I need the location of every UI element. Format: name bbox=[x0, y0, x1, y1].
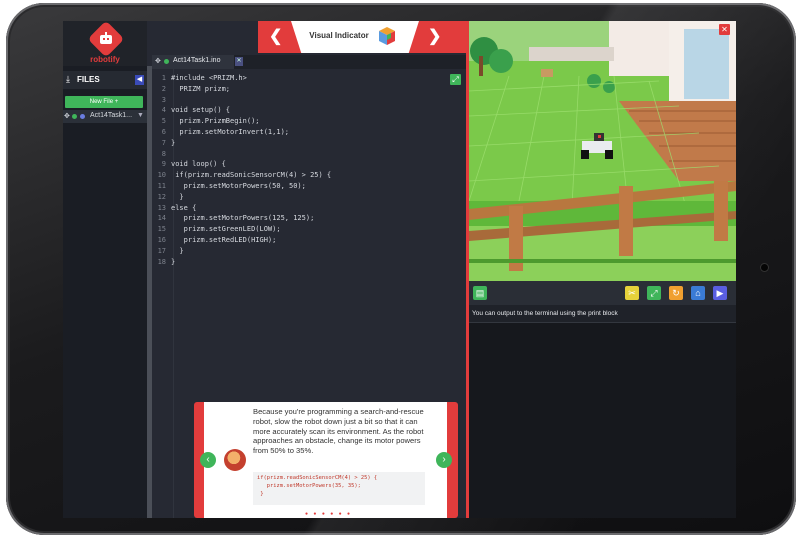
code-line[interactable]: 18} bbox=[156, 257, 446, 268]
logo-area: robotify bbox=[63, 21, 147, 66]
line-number: 3 bbox=[161, 95, 166, 104]
line-text[interactable]: } bbox=[171, 246, 183, 257]
line-text[interactable]: prizm.PrizmBegin(); bbox=[171, 116, 259, 127]
visual-indicator-title: Visual Indicator bbox=[309, 31, 369, 40]
chevron-left-icon[interactable]: ❮ bbox=[269, 26, 282, 46]
file-name: Act14Task1... bbox=[90, 112, 133, 119]
code-line[interactable]: 9 void loop() { bbox=[156, 159, 446, 170]
line-number: 11 bbox=[157, 181, 166, 190]
line-number: 16 bbox=[157, 235, 166, 244]
line-number: 2 bbox=[161, 84, 166, 93]
compress-icon[interactable]: ✂ bbox=[625, 286, 639, 300]
line-text[interactable]: } bbox=[171, 257, 175, 268]
files-header: ⤓ FILES ◀ bbox=[63, 71, 147, 89]
expand-editor-icon[interactable]: ⤢ bbox=[450, 74, 461, 85]
play-icon[interactable]: ▶ bbox=[713, 286, 727, 300]
terminal-output[interactable] bbox=[469, 323, 736, 518]
close-simulation-icon[interactable]: ✕ bbox=[719, 24, 730, 35]
editor-tab-bar: ✥ Act14Task1.ino ✕ bbox=[152, 55, 467, 69]
line-number: 15 bbox=[157, 225, 166, 234]
status-dot-icon bbox=[164, 59, 169, 64]
line-number: 7 bbox=[161, 138, 166, 147]
line-text[interactable]: prizm.setRedLED(HIGH); bbox=[171, 235, 277, 246]
line-number: 10 bbox=[157, 171, 166, 180]
line-number: 8 bbox=[161, 149, 166, 158]
code-line[interactable]: 17 } bbox=[156, 246, 446, 257]
code-line[interactable]: 11 prizm.setMotorPowers(50, 50); bbox=[156, 181, 446, 192]
editor-scrollbar[interactable] bbox=[147, 66, 152, 518]
line-text[interactable]: prizm.setMotorPowers(125, 125); bbox=[171, 213, 315, 224]
line-text[interactable]: #include <PRIZM.h> bbox=[171, 73, 247, 84]
drag-handle-icon[interactable]: ✥ bbox=[64, 112, 70, 120]
tablet-camera bbox=[761, 264, 768, 271]
document-icon[interactable]: ▤ bbox=[473, 286, 487, 300]
line-number: 18 bbox=[157, 257, 166, 266]
home-icon[interactable]: ⌂ bbox=[691, 286, 705, 300]
robotify-logo-icon bbox=[87, 21, 125, 58]
code-line[interactable]: 5 prizm.PrizmBegin(); bbox=[156, 116, 446, 127]
app-screen: robotify ⤓ FILES ◀ New File + ✥ Act14Tas… bbox=[63, 21, 736, 518]
code-line[interactable]: 14 prizm.setMotorPowers(125, 125); bbox=[156, 213, 446, 224]
code-line[interactable]: 6 prizm.setMotorInvert(1,1); bbox=[156, 127, 446, 138]
code-line[interactable]: 2 PRIZM prizm; bbox=[156, 84, 446, 95]
line-text[interactable]: void loop() { bbox=[171, 159, 226, 170]
tab-label: Act14Task1.ino bbox=[173, 57, 221, 64]
code-line[interactable]: 1 #include <PRIZM.h> bbox=[156, 73, 446, 84]
line-text[interactable]: PRIZM prizm; bbox=[171, 84, 230, 95]
line-number: 17 bbox=[157, 246, 166, 255]
code-line[interactable]: 12 } bbox=[156, 192, 446, 203]
drag-handle-icon[interactable]: ✥ bbox=[155, 57, 161, 65]
simulation-scene bbox=[469, 21, 736, 281]
code-line[interactable]: 7} bbox=[156, 138, 446, 149]
collapse-sidebar-button[interactable]: ◀ bbox=[135, 75, 144, 85]
new-file-button[interactable]: New File + bbox=[65, 96, 143, 108]
code-line[interactable]: 3 bbox=[156, 95, 446, 106]
code-line[interactable]: 15 prizm.setGreenLED(LOW); bbox=[156, 224, 446, 235]
chevron-right-icon[interactable]: ❯ bbox=[428, 26, 441, 46]
line-number: 13 bbox=[157, 203, 166, 212]
guide-avatar bbox=[224, 449, 246, 471]
line-number: 9 bbox=[161, 160, 166, 169]
line-text[interactable]: else { bbox=[171, 203, 196, 214]
cube-icon bbox=[377, 26, 397, 51]
line-text[interactable]: prizm.setMotorPowers(50, 50); bbox=[171, 181, 306, 192]
line-text[interactable]: } bbox=[171, 192, 183, 203]
fullscreen-icon[interactable]: ⤢ bbox=[647, 286, 661, 300]
next-step-button[interactable]: › bbox=[436, 452, 452, 468]
line-number: 1 bbox=[161, 74, 166, 82]
terminal-message: You can output to the terminal using the… bbox=[472, 310, 618, 317]
simulation-view[interactable] bbox=[469, 21, 736, 281]
code-line[interactable]: 16 prizm.setRedLED(HIGH); bbox=[156, 235, 446, 246]
tutorial-code-snippet: if(prizm.readSonicSensorCM(4) > 25) { pr… bbox=[253, 472, 425, 505]
line-number: 4 bbox=[161, 106, 166, 115]
line-number: 6 bbox=[161, 127, 166, 136]
logo-text: robotify bbox=[90, 55, 120, 64]
tab-act14task1[interactable]: ✥ Act14Task1.ino bbox=[152, 55, 234, 69]
line-text[interactable]: if(prizm.readSonicSensorCM(4) > 25) { bbox=[171, 170, 331, 181]
line-number: 5 bbox=[161, 117, 166, 126]
file-list-item[interactable]: ✥ Act14Task1... ▼ bbox=[63, 110, 147, 123]
line-text[interactable]: void setup() { bbox=[171, 105, 230, 116]
line-text[interactable]: prizm.setMotorInvert(1,1); bbox=[171, 127, 289, 138]
code-line[interactable]: 4 void setup() { bbox=[156, 105, 446, 116]
line-text[interactable]: prizm.setGreenLED(LOW); bbox=[171, 224, 281, 235]
step-indicator[interactable]: ● ● ● ● ● ● bbox=[305, 511, 352, 517]
code-lines[interactable]: 1 #include <PRIZM.h> 2 PRIZM prizm; 3 4 void … bbox=[156, 73, 446, 267]
file-type-icon bbox=[80, 114, 85, 119]
files-label: FILES bbox=[77, 75, 100, 84]
code-line[interactable]: 10 if(prizm.readSonicSensorCM(4) > 25) { bbox=[156, 170, 446, 181]
reset-icon[interactable]: ↻ bbox=[669, 286, 683, 300]
code-line[interactable]: 8 bbox=[156, 149, 446, 160]
close-tab-icon[interactable]: ✕ bbox=[235, 57, 243, 66]
chevron-down-icon[interactable]: ▼ bbox=[137, 112, 144, 119]
line-number: 14 bbox=[157, 214, 166, 223]
status-dot-icon bbox=[72, 114, 77, 119]
line-number: 12 bbox=[157, 192, 166, 201]
code-line[interactable]: 13 else { bbox=[156, 203, 446, 214]
tutorial-text: Because you're programming a search-and-… bbox=[253, 407, 424, 456]
download-icon[interactable]: ⤓ bbox=[66, 74, 70, 85]
line-text[interactable]: } bbox=[171, 138, 175, 149]
previous-step-button[interactable]: ‹ bbox=[200, 452, 216, 468]
